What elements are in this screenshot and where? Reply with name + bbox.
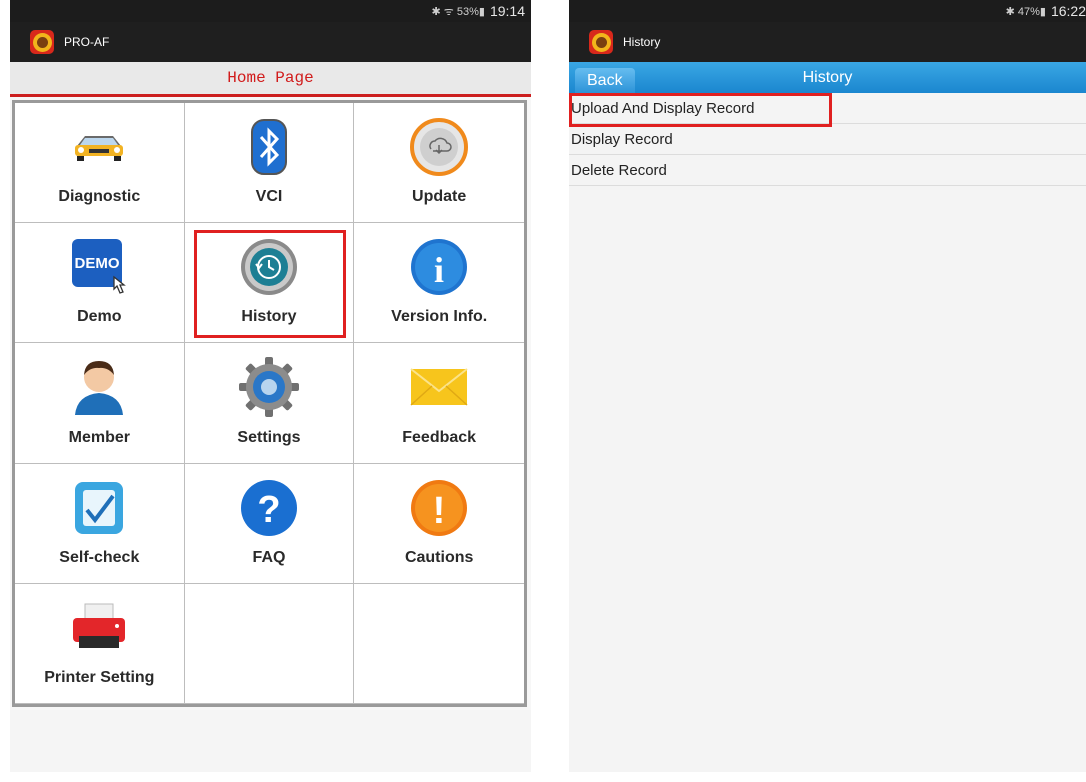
diagnostic-button[interactable]: Diagnostic	[15, 103, 185, 224]
checklist-icon	[67, 478, 131, 538]
menu-label: Diagnostic	[58, 188, 141, 206]
question-icon-text: ?	[257, 489, 280, 531]
menu-label: Update	[412, 188, 467, 206]
user-icon	[67, 357, 131, 417]
display-record-item[interactable]: Display Record	[569, 124, 1086, 155]
upload-and-display-record-item[interactable]: Upload And Display Record	[569, 93, 1086, 124]
car-icon	[67, 117, 131, 177]
settings-button[interactable]: Settings	[184, 343, 355, 464]
status-icons: ✱ ᯤ 53%▮	[431, 5, 485, 18]
menu-grid: Diagnostic VCI Update DEMO Demo History …	[12, 100, 527, 707]
app-logo-icon	[30, 30, 54, 54]
menu-label: Cautions	[404, 548, 474, 566]
cautions-button[interactable]: ! Cautions	[354, 464, 524, 584]
cloud-download-icon	[407, 117, 471, 177]
status-icons: ✱ 47%▮	[1005, 5, 1046, 18]
action-bar: PRO-AF	[10, 22, 531, 62]
gear-icon	[237, 357, 301, 418]
status-bar: ✱ ᯤ 53%▮ 19:14	[10, 0, 531, 22]
app-title: PRO-AF	[64, 35, 110, 49]
app-logo-icon	[589, 30, 613, 54]
status-time: 16:22	[1050, 3, 1086, 19]
list-item-label: Upload And Display Record	[571, 99, 755, 117]
empty-cell	[354, 584, 524, 704]
footer-area	[10, 710, 531, 772]
warning-icon-text: !	[433, 490, 446, 532]
menu-label: Self-check	[59, 548, 140, 566]
menu-label: FAQ	[252, 548, 286, 566]
page-title: History	[802, 68, 853, 86]
page-title-bar: Home Page	[10, 62, 531, 97]
demo-icon: DEMO	[67, 237, 131, 297]
app-title: History	[623, 35, 661, 49]
history-clock-icon	[237, 237, 301, 297]
question-icon: ?	[237, 478, 301, 538]
printer-icon	[67, 598, 131, 658]
empty-cell	[184, 583, 355, 704]
update-button[interactable]: Update	[354, 103, 524, 224]
faq-button[interactable]: ? FAQ	[184, 463, 355, 584]
list-item-label: Delete Record	[571, 161, 667, 179]
home-screen: ✱ ᯤ 53%▮ 19:14 PRO-AF Home Page Diagnost…	[10, 0, 531, 772]
history-button[interactable]: History	[184, 223, 355, 344]
menu-label: History	[241, 308, 297, 326]
list-item-label: Display Record	[571, 130, 673, 148]
member-button[interactable]: Member	[15, 343, 185, 464]
demo-button[interactable]: DEMO Demo	[15, 223, 185, 344]
menu-label: Settings	[237, 428, 301, 446]
envelope-icon	[407, 357, 471, 417]
info-icon-text: i	[434, 250, 444, 290]
page-title: Home Page	[227, 69, 314, 87]
back-button[interactable]: Back	[575, 68, 635, 93]
menu-label: Demo	[77, 308, 122, 326]
vci-button[interactable]: VCI	[184, 103, 355, 224]
printer-setting-button[interactable]: Printer Setting	[15, 583, 185, 704]
self-check-button[interactable]: Self-check	[15, 463, 185, 584]
menu-label: Version Info.	[391, 308, 488, 326]
history-screen: ✱ 47%▮ 16:22 History Back History Upload…	[569, 0, 1086, 772]
menu-label: Feedback	[402, 428, 477, 446]
record-menu-list: Upload And Display Record Display Record…	[569, 93, 1086, 186]
info-icon: i	[407, 237, 471, 297]
status-time: 19:14	[489, 3, 525, 19]
demo-icon-text: DEMO	[75, 255, 120, 272]
feedback-button[interactable]: Feedback	[354, 343, 524, 464]
menu-label: VCI	[255, 188, 283, 206]
status-bar: ✱ 47%▮ 16:22	[569, 0, 1086, 22]
delete-record-item[interactable]: Delete Record	[569, 155, 1086, 186]
menu-label: Member	[68, 428, 130, 446]
warning-icon: !	[407, 478, 471, 538]
bluetooth-icon	[237, 117, 301, 177]
menu-label: Printer Setting	[44, 668, 155, 686]
title-bar: Back History	[569, 62, 1086, 93]
action-bar: History	[569, 22, 1086, 62]
version-info-button[interactable]: i Version Info.	[354, 223, 524, 344]
